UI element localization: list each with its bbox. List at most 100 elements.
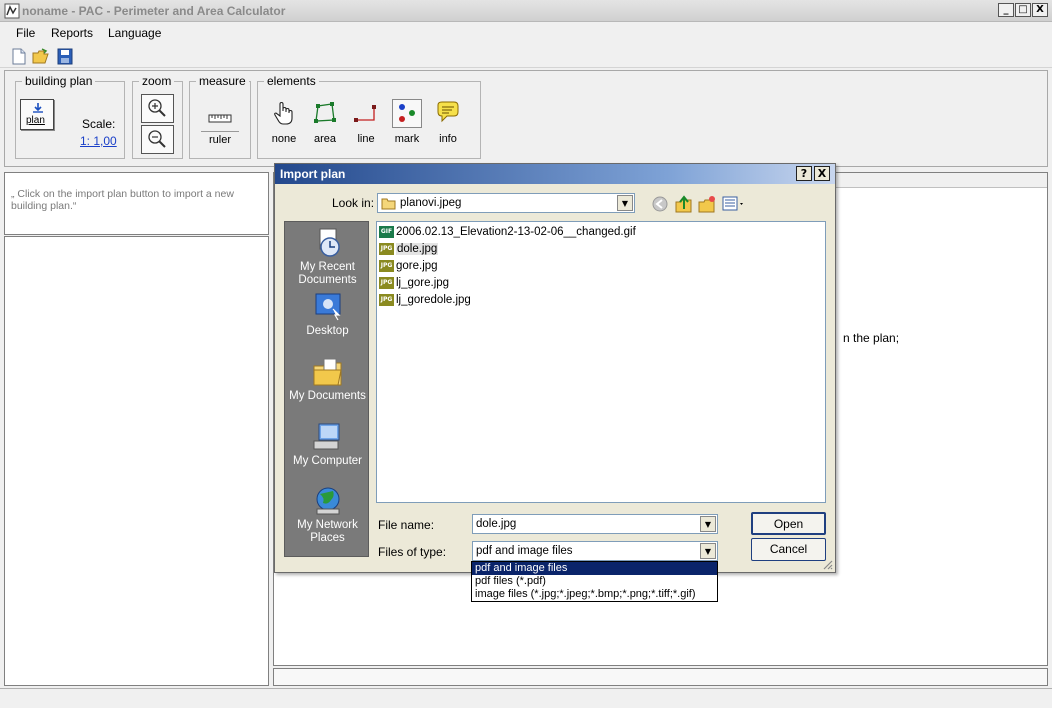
scale-value-link[interactable]: 1: 1,00 xyxy=(80,134,117,148)
measure-group: measure ruler xyxy=(189,74,251,159)
dialog-title-bar: Import plan ? X xyxy=(275,164,835,184)
file-name: dole.jpg xyxy=(396,243,439,255)
tool-line-label: line xyxy=(357,133,375,145)
close-button[interactable]: X xyxy=(1032,3,1048,17)
dialog-close-button[interactable]: X xyxy=(814,166,830,181)
file-name: lj_goredole.jpg xyxy=(396,294,471,306)
measure-group-label: measure xyxy=(196,74,249,88)
import-plan-button[interactable]: plan xyxy=(20,99,54,130)
desktop-icon xyxy=(315,293,340,321)
chevron-down-icon[interactable]: ▼ xyxy=(700,516,716,532)
scale-label: Scale: xyxy=(82,117,116,131)
place-recent-label: My Recent Documents xyxy=(298,261,357,286)
look-in-value: planovi.jpeg xyxy=(400,197,462,209)
file-name-label: File name: xyxy=(378,518,435,532)
save-disk-icon[interactable] xyxy=(56,48,74,65)
look-in-combo[interactable]: planovi.jpeg ▼ xyxy=(377,193,635,213)
new-folder-icon[interactable] xyxy=(698,195,716,213)
app-icon xyxy=(4,3,20,19)
file-type-option-pdf[interactable]: pdf files (*.pdf) xyxy=(472,575,717,588)
my-computer-icon xyxy=(313,423,339,450)
view-menu-icon[interactable] xyxy=(722,195,746,213)
file-type-option-image[interactable]: image files (*.jpg;*.jpeg;*.bmp;*.png;*.… xyxy=(472,588,717,601)
tool-info-label: info xyxy=(439,133,457,145)
tool-area-label: area xyxy=(313,133,337,145)
file-type-option-all[interactable]: pdf and image files xyxy=(472,562,717,575)
ruler-icon xyxy=(208,114,232,123)
chevron-down-icon[interactable]: ▼ xyxy=(700,543,716,559)
zoom-out-icon xyxy=(148,130,166,148)
mark-dots-icon xyxy=(399,104,415,122)
file-type-combo[interactable]: pdf and image files ▼ xyxy=(472,541,718,561)
dialog-help-button[interactable]: ? xyxy=(796,166,812,181)
tool-mark[interactable]: mark xyxy=(387,98,427,148)
elements-group: elements none area line mark info xyxy=(257,74,481,159)
hint-panel: „ Click on the import plan button to imp… xyxy=(4,172,269,235)
file-type-label: Files of type: xyxy=(378,545,447,559)
info-speech-icon xyxy=(437,101,459,123)
ruler-tool[interactable]: ruler xyxy=(199,100,241,148)
list-item[interactable]: JPG lj_gore.jpg xyxy=(379,275,449,291)
tool-none[interactable]: none xyxy=(264,98,304,148)
zoom-group: zoom xyxy=(132,74,183,159)
list-item[interactable]: JPG dole.jpg xyxy=(379,241,439,257)
zoom-in-icon xyxy=(148,99,166,117)
place-my-computer[interactable]: My Computer xyxy=(285,421,370,468)
recent-documents-icon xyxy=(319,228,340,257)
tool-mark-label: mark xyxy=(394,133,420,145)
back-arrow-icon[interactable] xyxy=(652,196,668,212)
tool-line[interactable]: line xyxy=(346,98,386,148)
tool-area[interactable]: area xyxy=(305,98,345,148)
place-recent-documents[interactable]: My Recent Documents xyxy=(285,227,370,287)
open-folder-icon[interactable] xyxy=(32,48,50,65)
cancel-button[interactable]: Cancel xyxy=(751,538,826,561)
place-desktop[interactable]: Desktop xyxy=(285,291,370,338)
list-item[interactable]: JPG gore.jpg xyxy=(379,258,438,274)
zoom-out-button[interactable] xyxy=(141,125,174,154)
jpg-file-icon: JPG xyxy=(379,277,394,289)
place-desktop-label: Desktop xyxy=(306,325,349,337)
resize-grip-icon[interactable] xyxy=(821,558,833,570)
area-polygon-icon xyxy=(314,102,336,123)
title-bar: noname - PAC - Perimeter and Area Calcul… xyxy=(0,0,1052,22)
tool-none-label: none xyxy=(271,133,297,145)
my-documents-icon xyxy=(313,358,342,386)
menu-file[interactable]: File xyxy=(16,26,35,40)
ruler-label: ruler xyxy=(208,134,231,146)
window-title: noname - PAC - Perimeter and Area Calcul… xyxy=(22,4,286,18)
chevron-down-icon[interactable]: ▼ xyxy=(617,195,633,211)
file-name: 2006.02.13_Elevation2-13-02-06__changed.… xyxy=(396,226,636,238)
import-plan-dialog: Import plan ? X Look in: planovi.jpeg ▼ xyxy=(274,163,836,573)
tool-info[interactable]: info xyxy=(428,98,468,148)
place-network-label: My Network Places xyxy=(297,519,358,544)
window-controls: _ □ X xyxy=(998,3,1048,17)
bottom-strip xyxy=(273,668,1048,686)
file-type-value: pdf and image files xyxy=(476,545,573,557)
menu-reports[interactable]: Reports xyxy=(51,26,93,40)
up-folder-icon[interactable] xyxy=(675,195,693,213)
hand-pointer-icon xyxy=(274,102,293,125)
places-bar: My Recent Documents Desktop My Documents xyxy=(284,221,369,557)
list-item[interactable]: GIF 2006.02.13_Elevation2-13-02-06__chan… xyxy=(379,224,636,240)
open-button[interactable]: Open xyxy=(751,512,826,535)
status-bar xyxy=(0,688,1052,708)
menu-language[interactable]: Language xyxy=(108,26,161,40)
jpg-file-icon: JPG xyxy=(379,260,394,272)
place-my-documents-label: My Documents xyxy=(289,390,366,402)
list-item[interactable]: JPG lj_goredole.jpg xyxy=(379,292,471,308)
place-my-documents[interactable]: My Documents xyxy=(285,356,370,403)
place-network[interactable]: My Network Places xyxy=(285,485,370,545)
jpg-file-icon: JPG xyxy=(379,294,394,306)
file-name-combo[interactable]: dole.jpg ▼ xyxy=(472,514,718,534)
ribbon-panel: building plan plan Scale: 1: 1,00 zoom m… xyxy=(4,70,1048,167)
line-icon xyxy=(354,105,376,122)
hint-text: „ Click on the import plan button to imp… xyxy=(11,188,234,212)
zoom-in-button[interactable] xyxy=(141,94,174,123)
file-name-value: dole.jpg xyxy=(476,518,517,530)
look-in-label: Look in: xyxy=(332,196,375,210)
minimize-button[interactable]: _ xyxy=(998,3,1014,17)
maximize-button[interactable]: □ xyxy=(1015,3,1031,17)
new-document-icon[interactable] xyxy=(10,48,28,65)
building-plan-group: building plan plan Scale: 1: 1,00 xyxy=(15,74,125,159)
menu-bar: File Reports Language xyxy=(0,22,1052,44)
